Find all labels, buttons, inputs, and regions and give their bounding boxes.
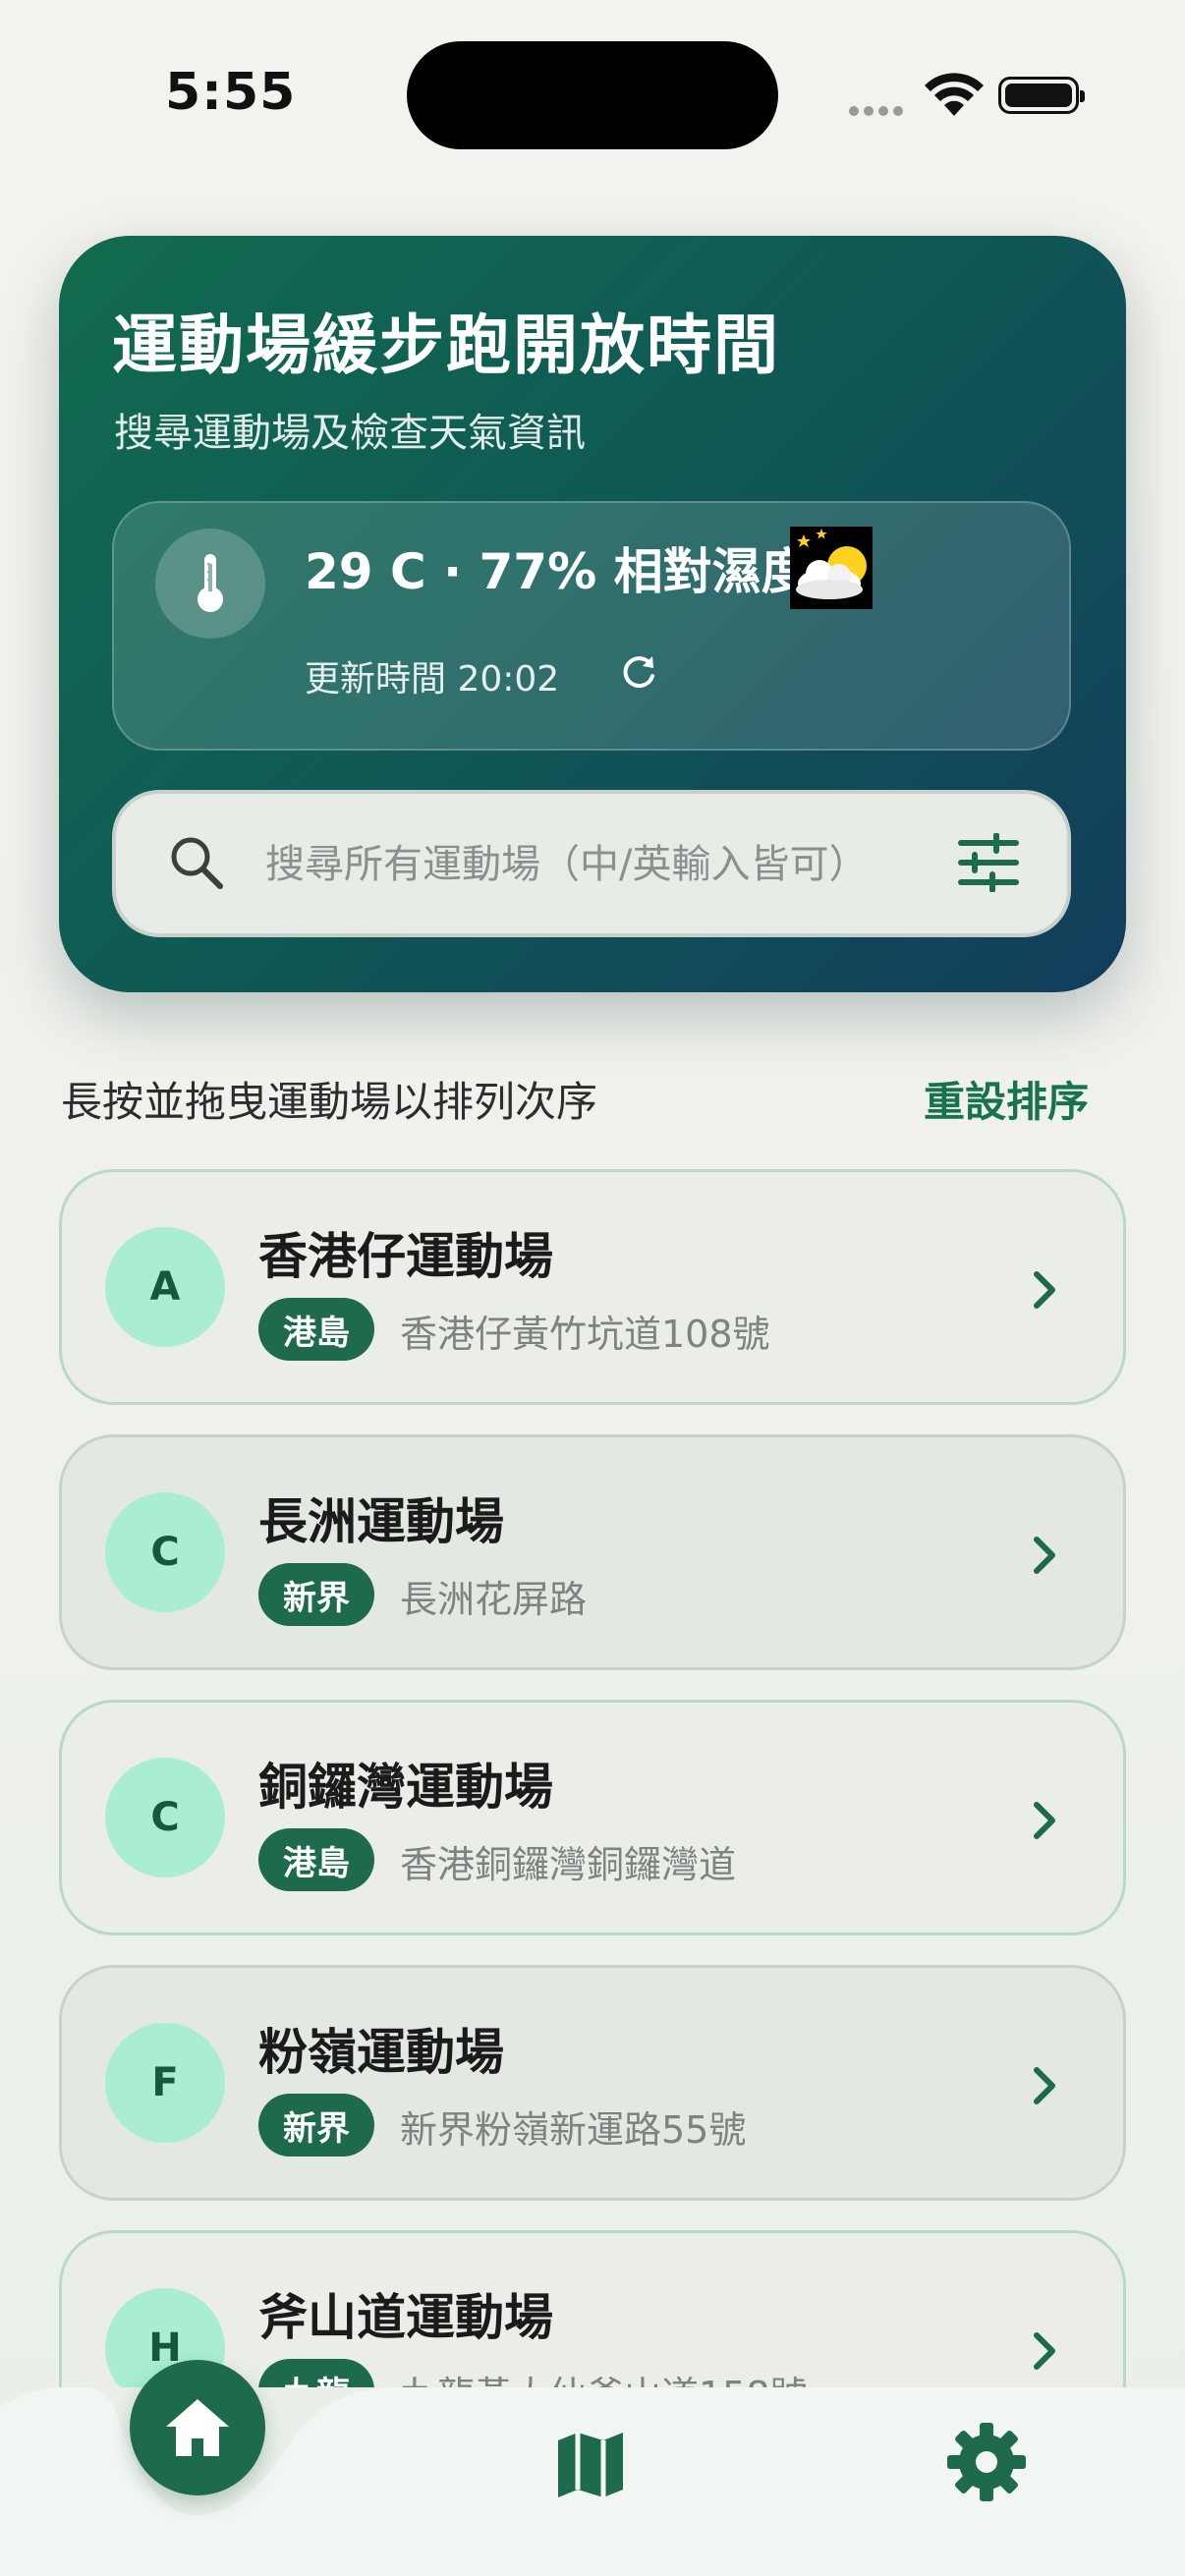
region-badge: 新界 [258, 1563, 374, 1626]
venue-initial-avatar: C [105, 1758, 225, 1877]
reorder-hint: 長按並拖曳運動場以排列次序 [61, 1078, 598, 1126]
region-badge: 港島 [258, 1298, 374, 1361]
map-icon[interactable] [554, 2431, 627, 2499]
venue-name: 斧山道運動場 [258, 2289, 553, 2346]
venue-name: 香港仔運動場 [258, 1228, 553, 1285]
venue-name: 銅鑼灣運動場 [258, 1759, 553, 1816]
hero-card: 運動場緩步跑開放時間 搜尋運動場及檢查天氣資訊 29 C · 77% 相對濕度 [59, 236, 1126, 992]
venue-card[interactable]: A 香港仔運動場 港島 香港仔黃竹坑道108號 [59, 1169, 1126, 1405]
chevron-right-icon [1034, 2332, 1055, 2370]
chevron-right-icon [1034, 1537, 1055, 1574]
dynamic-island [407, 41, 778, 149]
venue-card[interactable]: C 長洲運動場 新界 長洲花屏路 [59, 1434, 1126, 1670]
venue-address: 香港銅鑼灣銅鑼灣道 [400, 1843, 737, 1886]
venue-name: 粉嶺運動場 [258, 2024, 504, 2081]
chevron-right-icon [1034, 1802, 1055, 1839]
venue-address: 香港仔黃竹坑道108號 [400, 1313, 770, 1356]
venue-address: 新界粉嶺新運路55號 [400, 2108, 747, 2152]
venue-initial-avatar: F [105, 2023, 225, 2143]
cellular-signal-icon [849, 101, 908, 120]
venue-initial-avatar: C [105, 1492, 225, 1612]
gear-icon[interactable] [945, 2421, 1028, 2503]
partly-cloudy-night-icon [790, 527, 873, 609]
reset-order-button[interactable]: 重設排序 [924, 1069, 1089, 1129]
page-subtitle: 搜尋運動場及檢查天氣資訊 [114, 411, 586, 456]
search-input[interactable] [263, 829, 896, 900]
home-icon [166, 2399, 229, 2456]
status-time: 5:55 [165, 63, 297, 122]
filter-icon[interactable] [957, 833, 1020, 892]
battery-icon [998, 77, 1085, 114]
region-badge: 新界 [258, 2094, 374, 2156]
weather-updated-time: 更新時間 20:02 [305, 659, 560, 700]
venue-card[interactable]: C 銅鑼灣運動場 港島 香港銅鑼灣銅鑼灣道 [59, 1700, 1126, 1935]
venue-address: 長洲花屏路 [400, 1578, 588, 1621]
region-badge: 港島 [258, 1828, 374, 1891]
refresh-icon[interactable] [617, 650, 660, 694]
venue-address: 九龍黃大仙斧山道158號 [400, 2365, 808, 2387]
search-bar[interactable] [112, 790, 1071, 937]
weather-summary: 29 C · 77% 相對濕度 [305, 543, 811, 600]
thermometer-icon [155, 529, 265, 639]
chevron-right-icon [1034, 1271, 1055, 1309]
search-icon [171, 837, 223, 889]
home-nav-button[interactable] [130, 2360, 265, 2495]
venue-list: A 香港仔運動場 港島 香港仔黃竹坑道108號 C 長洲運動場 新界 長洲花屏路… [59, 1169, 1126, 2387]
status-bar: 5:55 [0, 0, 1185, 196]
venue-initial-avatar: A [105, 1227, 225, 1347]
venue-name: 長洲運動場 [258, 1493, 504, 1550]
page-title: 運動場緩步跑開放時間 [112, 308, 780, 383]
region-badge: 九龍 [258, 2359, 374, 2387]
wifi-icon [925, 73, 984, 116]
chevron-right-icon [1034, 2067, 1055, 2104]
venue-card[interactable]: F 粉嶺運動場 新界 新界粉嶺新運路55號 [59, 1965, 1126, 2201]
weather-card: 29 C · 77% 相對濕度 更新時間 20:02 [112, 501, 1071, 751]
